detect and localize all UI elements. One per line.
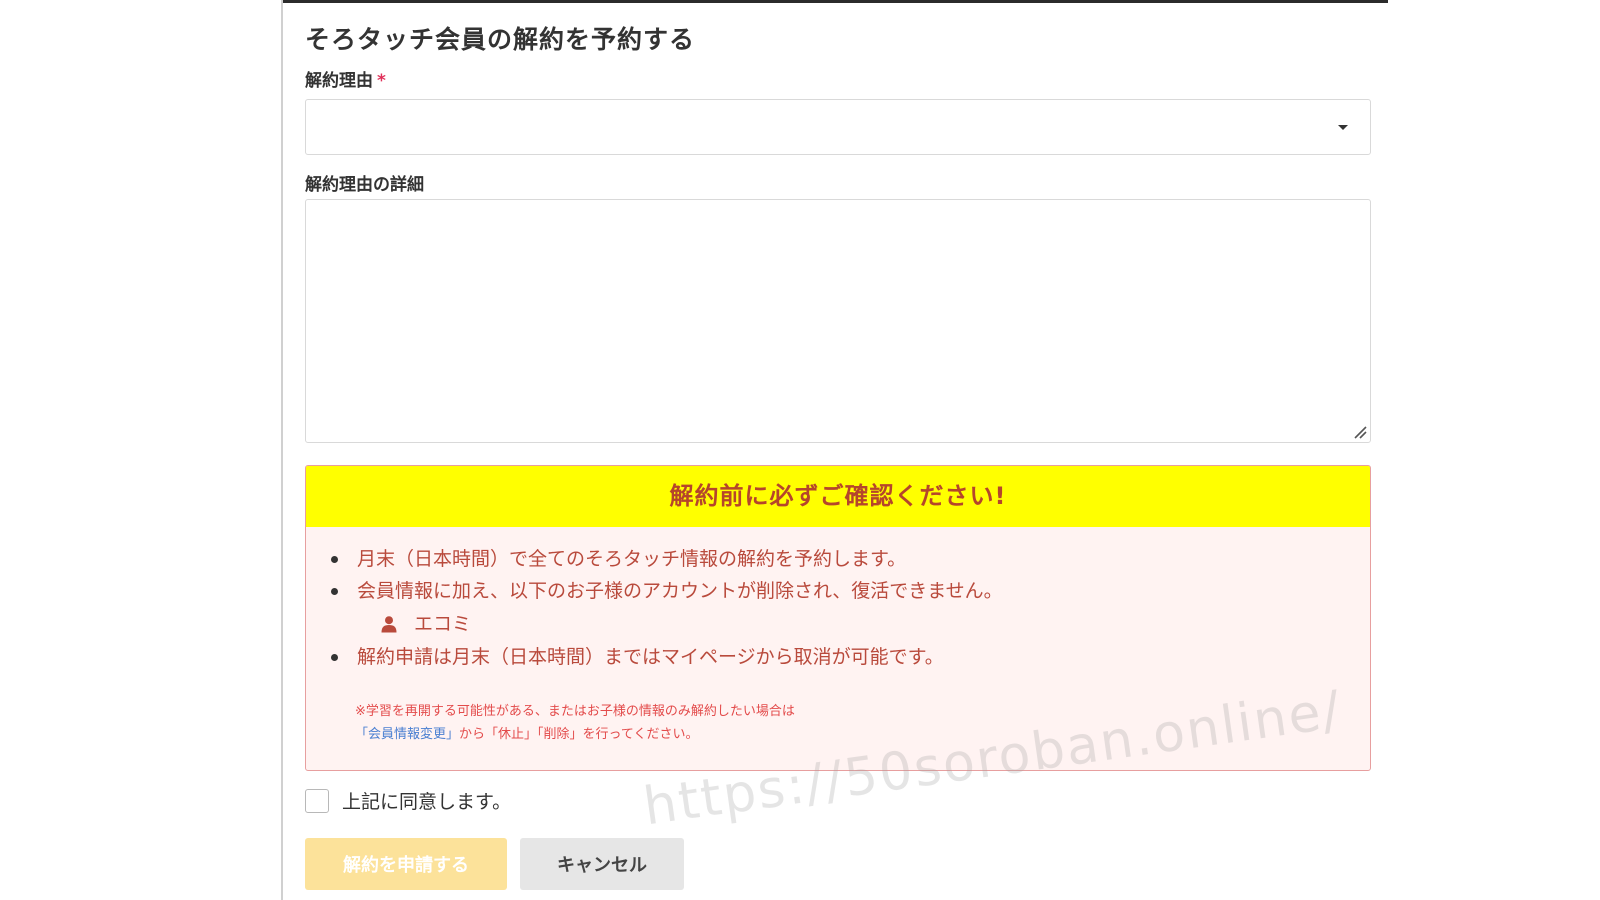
user-icon <box>381 616 397 633</box>
notice-item: 月末（日本時間）で全てのそろタッチ情報の解約を予約します。 <box>328 543 1370 575</box>
footnote-line-2: 「会員情報変更」から「休止」「削除」を行ってください。 <box>355 723 795 746</box>
reason-select[interactable] <box>305 99 1371 155</box>
reason-label-text: 解約理由 <box>305 71 373 91</box>
reason-label: 解約理由 * <box>305 66 386 91</box>
bullet <box>331 588 338 595</box>
agree-row: 上記に同意します。 <box>305 787 511 814</box>
caret-down-icon <box>1338 125 1348 130</box>
agree-checkbox[interactable] <box>305 788 329 813</box>
notice-item-text: 月末（日本時間）で全てのそろタッチ情報の解約を予約します。 <box>357 548 907 570</box>
notice-header: 解約前に必ずご確認ください! <box>306 466 1370 527</box>
detail-label: 解約理由の詳細 <box>305 175 424 195</box>
form-title: そろタッチ会員の解約を予約する <box>305 25 696 54</box>
detail-textarea[interactable] <box>305 199 1371 443</box>
notice-list: 月末（日本時間）で全てのそろタッチ情報の解約を予約します。 会員情報に加え、以下… <box>306 527 1370 673</box>
resize-grip-icon[interactable] <box>1353 425 1367 439</box>
cancellation-page: そろタッチ会員の解約を予約する 解約理由 * 解約理由の詳細 解約前に必ずご確認く… <box>0 0 1600 900</box>
cancel-button[interactable]: キャンセル <box>520 838 684 890</box>
bullet <box>331 654 338 661</box>
bullet <box>331 556 338 563</box>
submit-cancellation-button[interactable]: 解約を申請する <box>305 838 507 890</box>
footnote-line-1: ※学習を再開する可能性がある、またはお子様の情報のみ解約したい場合は <box>355 704 795 719</box>
child-name: エコミ <box>414 613 472 635</box>
top-divider <box>283 0 1388 3</box>
notice-item: 解約申請は月末（日本時間）まではマイページから取消が可能です。 <box>328 641 1370 673</box>
required-mark: * <box>377 71 386 91</box>
child-account-row: エコミ <box>328 607 1370 641</box>
notice-item-text: 会員情報に加え、以下のお子様のアカウントが削除され、復活できません。 <box>357 580 1003 602</box>
notice-item: 会員情報に加え、以下のお子様のアカウントが削除され、復活できません。 <box>328 575 1370 607</box>
notice-item-text: 解約申請は月末（日本時間）まではマイページから取消が可能です。 <box>357 646 944 668</box>
left-divider <box>281 0 283 900</box>
agree-label[interactable]: 上記に同意します。 <box>342 787 511 814</box>
member-info-change-link[interactable]: 「会員情報変更」 <box>355 727 459 742</box>
footnote: ※学習を再開する可能性がある、またはお子様の情報のみ解約したい場合は 「会員情報… <box>355 700 795 746</box>
footnote-line-2-text: から「休止」「削除」を行ってください。 <box>459 727 699 742</box>
